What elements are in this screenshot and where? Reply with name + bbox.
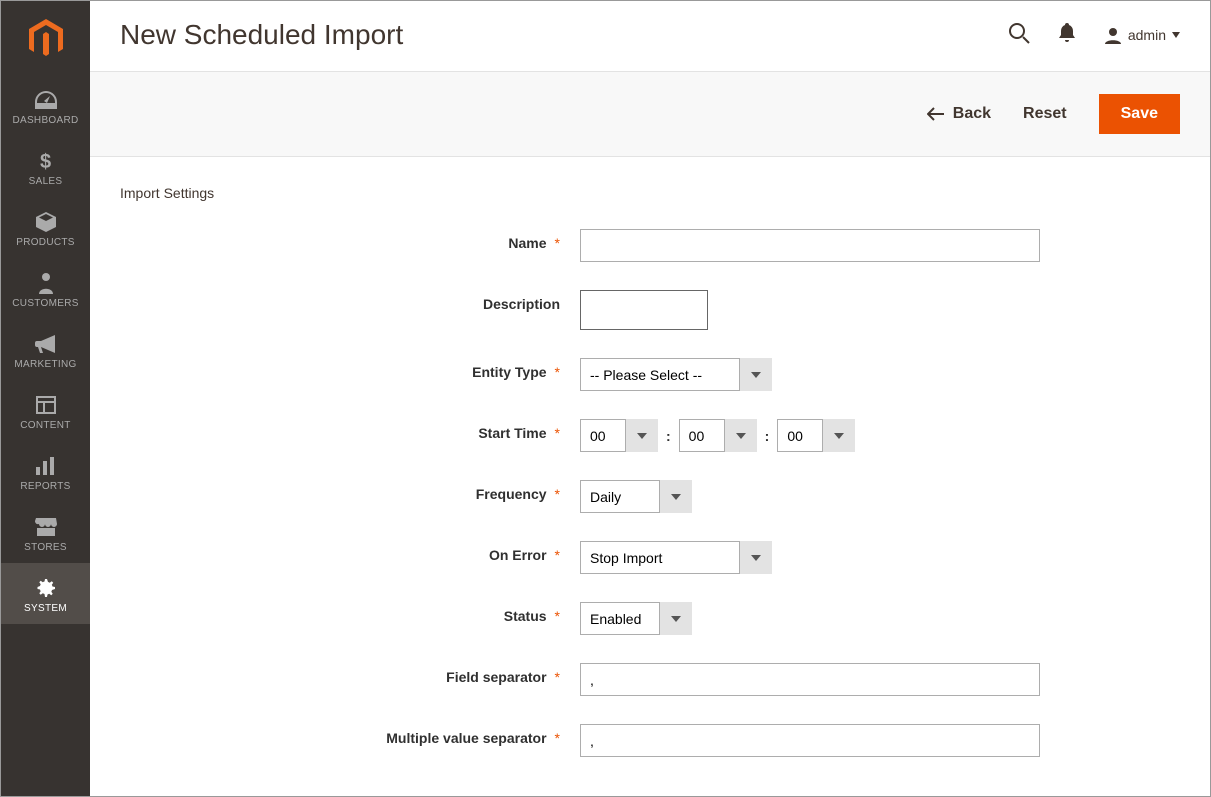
required-marker: * xyxy=(555,730,560,746)
person-icon xyxy=(1104,26,1122,44)
field-separator-input[interactable] xyxy=(580,663,1040,696)
section-title: Import Settings xyxy=(120,185,1180,201)
sidebar-item-reports[interactable]: REPORTS xyxy=(1,441,90,502)
arrow-left-icon xyxy=(927,107,945,121)
bell-icon[interactable] xyxy=(1058,23,1076,48)
required-marker: * xyxy=(555,608,560,624)
sidebar-item-customers[interactable]: CUSTOMERS xyxy=(1,258,90,319)
dollar-icon: $ xyxy=(40,149,52,173)
sidebar-item-label: STORES xyxy=(24,542,67,553)
required-marker: * xyxy=(555,364,560,380)
sidebar-item-label: SYSTEM xyxy=(24,603,67,614)
main: New Scheduled Import admin Back xyxy=(90,1,1210,796)
frequency-select[interactable]: Daily xyxy=(580,480,692,513)
status-select[interactable]: Enabled xyxy=(580,602,692,635)
start-time-ss-select[interactable]: 00 xyxy=(777,419,855,452)
sidebar-item-system[interactable]: SYSTEM xyxy=(1,563,90,624)
sidebar-item-stores[interactable]: STORES xyxy=(1,502,90,563)
sidebar-item-sales[interactable]: $ SALES xyxy=(1,136,90,197)
name-input[interactable] xyxy=(580,229,1040,262)
row-field-separator: Field separator * xyxy=(90,663,1180,696)
header: New Scheduled Import admin xyxy=(90,1,1210,71)
entity-type-label: Entity Type xyxy=(472,364,546,380)
box-icon xyxy=(36,210,56,234)
row-multiple-value-separator: Multiple value separator * xyxy=(90,724,1180,757)
reset-button[interactable]: Reset xyxy=(1023,105,1067,123)
frequency-label: Frequency xyxy=(476,486,547,502)
account-menu[interactable]: admin xyxy=(1104,26,1180,44)
description-input[interactable] xyxy=(580,290,708,330)
back-button[interactable]: Back xyxy=(927,105,991,123)
layout-icon xyxy=(36,393,56,417)
chart-icon xyxy=(36,454,56,478)
sidebar-item-label: REPORTS xyxy=(20,481,70,492)
reset-label: Reset xyxy=(1023,105,1067,123)
magento-logo-icon xyxy=(29,19,63,57)
row-description: Description xyxy=(90,290,1180,330)
on-error-label: On Error xyxy=(489,547,547,563)
dashboard-icon xyxy=(35,88,57,112)
megaphone-icon xyxy=(35,332,57,356)
action-bar: Back Reset Save xyxy=(90,71,1210,157)
gear-icon xyxy=(36,576,56,600)
sidebar-item-label: PRODUCTS xyxy=(16,237,75,248)
sidebar-item-label: SALES xyxy=(29,176,63,187)
required-marker: * xyxy=(555,547,560,563)
time-separator: : xyxy=(765,428,770,444)
svg-text:$: $ xyxy=(40,151,51,172)
magento-logo[interactable] xyxy=(1,1,90,75)
chevron-down-icon xyxy=(1172,32,1180,38)
entity-type-select[interactable]: -- Please Select -- xyxy=(580,358,772,391)
content: Import Settings Name * Description Entity… xyxy=(90,157,1210,796)
row-status: Status * Enabled xyxy=(90,602,1180,635)
search-icon[interactable] xyxy=(1008,22,1030,49)
multiple-value-separator-label: Multiple value separator xyxy=(386,730,546,746)
store-icon xyxy=(35,515,57,539)
sidebar-item-label: MARKETING xyxy=(14,359,76,370)
sidebar-item-products[interactable]: PRODUCTS xyxy=(1,197,90,258)
time-separator: : xyxy=(666,428,671,444)
row-frequency: Frequency * Daily xyxy=(90,480,1180,513)
row-start-time: Start Time * 00 : 00 : 00 xyxy=(90,419,1180,452)
field-separator-label: Field separator xyxy=(446,669,546,685)
person-icon xyxy=(39,271,53,295)
account-label: admin xyxy=(1128,27,1166,43)
row-on-error: On Error * Stop Import xyxy=(90,541,1180,574)
row-name: Name * xyxy=(90,229,1180,262)
sidebar-item-label: DASHBOARD xyxy=(12,115,78,126)
on-error-select[interactable]: Stop Import xyxy=(580,541,772,574)
back-label: Back xyxy=(953,105,991,123)
required-marker: * xyxy=(555,669,560,685)
start-time-mm-select[interactable]: 00 xyxy=(679,419,757,452)
description-label: Description xyxy=(483,296,560,312)
sidebar-item-marketing[interactable]: MARKETING xyxy=(1,319,90,380)
name-label: Name xyxy=(508,235,546,251)
status-label: Status xyxy=(504,608,547,624)
sidebar-item-content[interactable]: CONTENT xyxy=(1,380,90,441)
sidebar-item-label: CONTENT xyxy=(20,420,70,431)
start-time-hh-select[interactable]: 00 xyxy=(580,419,658,452)
required-marker: * xyxy=(555,486,560,502)
save-button[interactable]: Save xyxy=(1099,94,1180,134)
multiple-value-separator-input[interactable] xyxy=(580,724,1040,757)
page-title: New Scheduled Import xyxy=(120,19,1008,51)
row-entity-type: Entity Type * -- Please Select -- xyxy=(90,358,1180,391)
sidebar: DASHBOARD $ SALES PRODUCTS CUSTOMERS MAR… xyxy=(1,1,90,796)
sidebar-item-dashboard[interactable]: DASHBOARD xyxy=(1,75,90,136)
sidebar-item-label: CUSTOMERS xyxy=(12,298,78,309)
required-marker: * xyxy=(555,425,560,441)
required-marker: * xyxy=(555,235,560,251)
start-time-label: Start Time xyxy=(478,425,546,441)
header-actions: admin xyxy=(1008,22,1180,49)
